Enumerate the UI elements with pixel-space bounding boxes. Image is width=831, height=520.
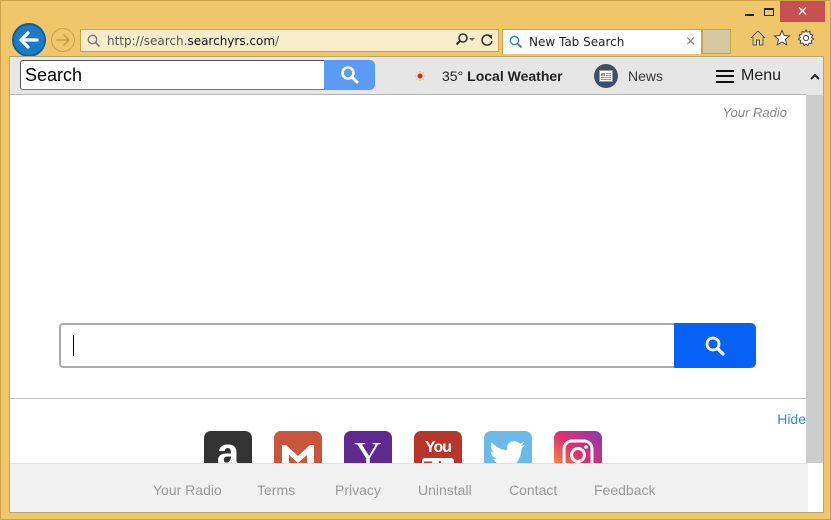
footer-link-your-radio[interactable]: Your Radio xyxy=(153,482,222,498)
url-suffix: / xyxy=(275,33,280,48)
address-bar[interactable]: http://search. searchyrs.com / xyxy=(80,29,499,52)
news-label: News xyxy=(628,68,664,84)
home-icon[interactable] xyxy=(749,29,767,47)
tab-close-icon[interactable]: × xyxy=(685,34,696,49)
topbar-search-input[interactable]: Search xyxy=(20,60,324,90)
favorites-star-icon[interactable] xyxy=(773,29,791,47)
back-button[interactable] xyxy=(12,23,46,57)
tab-title: New Tab Search xyxy=(529,35,625,49)
topbar-search-button[interactable] xyxy=(324,60,375,90)
weather-sun-icon xyxy=(415,71,425,81)
hide-shortcuts-link[interactable]: Hide xyxy=(777,411,806,427)
maximize-icon xyxy=(764,8,774,16)
footer-link-feedback[interactable]: Feedback xyxy=(594,482,655,498)
close-window-button[interactable]: ✕ xyxy=(780,1,825,22)
vertical-scrollbar[interactable] xyxy=(806,57,823,463)
new-tab-button[interactable] xyxy=(702,29,731,54)
search-icon xyxy=(340,66,358,84)
maximize-button[interactable] xyxy=(758,1,780,23)
local-weather-link[interactable]: 35° Local Weather xyxy=(415,57,563,95)
back-arrow-icon xyxy=(19,31,39,49)
chevron-up-icon xyxy=(809,73,820,80)
forward-button[interactable] xyxy=(51,28,75,52)
search-dropdown-icon[interactable] xyxy=(455,32,477,48)
footer-link-terms[interactable]: Terms xyxy=(257,482,295,498)
settings-gear-icon[interactable] xyxy=(797,29,815,47)
hamburger-menu-icon xyxy=(716,69,734,83)
topbar-search-text: Search xyxy=(25,64,83,85)
tab-new-tab-search[interactable]: New Tab Search × xyxy=(502,29,702,54)
youtube-icon: You xyxy=(424,439,452,456)
footer-link-uninstall[interactable]: Uninstall xyxy=(418,482,472,498)
news-icon xyxy=(594,64,618,88)
news-link[interactable]: News xyxy=(594,57,663,95)
weather-label: Local Weather xyxy=(467,68,563,84)
footer: Your Radio Terms Privacy Uninstall Conta… xyxy=(10,463,808,512)
main-search-input[interactable] xyxy=(59,323,675,368)
search-icon xyxy=(509,35,523,49)
close-icon: ✕ xyxy=(796,3,809,20)
menu-label: Menu xyxy=(741,67,782,84)
url-prefix: http://search. xyxy=(107,33,188,48)
weather-temperature: 35° xyxy=(442,68,464,84)
scrollbar-thumb[interactable] xyxy=(806,97,823,457)
search-icon xyxy=(87,34,101,47)
browser-window: ✕ http://search. searchyrs.com / New Tab S… xyxy=(0,0,831,520)
refresh-icon[interactable] xyxy=(480,33,494,47)
page-content: Search 35° Local Weather News Menu Your … xyxy=(9,56,824,513)
main-search-button[interactable] xyxy=(674,323,756,368)
scroll-up-button[interactable] xyxy=(806,57,823,95)
text-caret xyxy=(73,335,74,356)
minimize-icon xyxy=(744,14,754,16)
footer-link-privacy[interactable]: Privacy xyxy=(335,482,381,498)
url-domain: searchyrs.com xyxy=(187,33,276,48)
search-icon xyxy=(705,336,725,356)
your-radio-link[interactable]: Your Radio xyxy=(723,105,787,120)
menu-button[interactable]: Menu xyxy=(716,57,781,95)
footer-link-contact[interactable]: Contact xyxy=(509,482,557,498)
top-toolbar: Search 35° Local Weather News Menu xyxy=(10,57,808,95)
forward-arrow-icon xyxy=(56,34,70,46)
